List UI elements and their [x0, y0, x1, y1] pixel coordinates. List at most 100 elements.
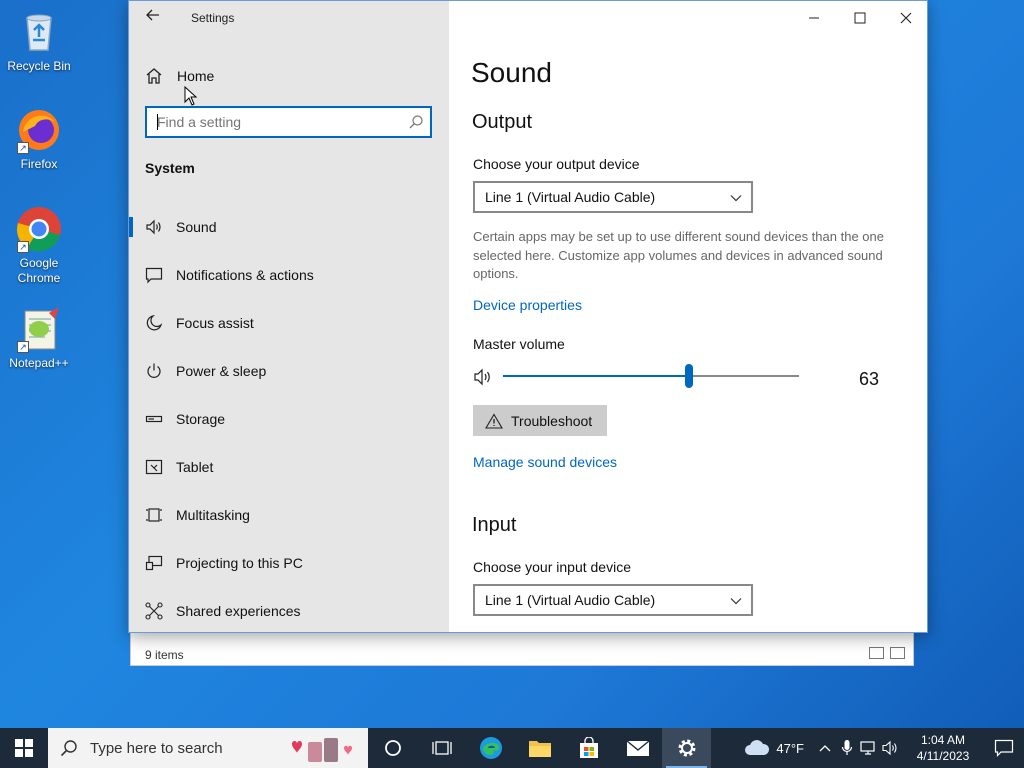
- maximize-icon: [854, 12, 866, 24]
- details-view-icon[interactable]: [869, 647, 884, 659]
- start-button[interactable]: [0, 728, 48, 768]
- desktop-icon-recycle-bin[interactable]: Recycle Bin: [4, 8, 74, 74]
- show-hidden-icons-button[interactable]: [814, 728, 836, 768]
- output-heading: Output: [472, 111, 533, 133]
- input-device-dropdown[interactable]: Line 1 (Virtual Audio Cable): [473, 584, 753, 616]
- taskbar-file-explorer[interactable]: [515, 728, 564, 768]
- mail-icon: [626, 740, 649, 756]
- clock-time: 1:04 AM: [920, 733, 966, 747]
- chevron-down-icon: [730, 598, 742, 605]
- taskbar-search-box[interactable]: Type here to search: [48, 728, 368, 768]
- text-caret: [157, 114, 158, 130]
- speaker-volume-icon[interactable]: [473, 367, 495, 387]
- store-bag-icon: [579, 737, 598, 758]
- recycle-bin-icon: [15, 8, 63, 56]
- chevron-down-icon: [730, 195, 742, 202]
- sidebar-item-storage[interactable]: Storage: [129, 395, 449, 443]
- home-nav-item[interactable]: Home: [145, 65, 214, 87]
- maximize-button[interactable]: [837, 1, 883, 35]
- clock-date: 4/11/2023: [916, 749, 970, 763]
- output-device-dropdown[interactable]: Line 1 (Virtual Audio Cable): [473, 181, 753, 213]
- firefox-icon: ↗: [15, 106, 63, 154]
- large-icons-view-icon[interactable]: [890, 647, 905, 659]
- desktop-icon-label: Firefox: [20, 157, 58, 171]
- notepadpp-icon: ↗: [15, 305, 63, 353]
- weather-temperature: 47°F: [776, 740, 804, 756]
- back-arrow-icon: [146, 9, 159, 21]
- master-volume-slider[interactable]: [503, 364, 799, 388]
- desktop-icon-chrome[interactable]: ↗ Google Chrome: [4, 205, 74, 286]
- manage-sound-devices-link[interactable]: Manage sound devices: [473, 454, 617, 470]
- taskbar-store[interactable]: [564, 728, 613, 768]
- volume-slider-thumb[interactable]: [685, 364, 694, 388]
- minimize-icon: [809, 17, 819, 19]
- shortcut-arrow-icon: ↗: [17, 341, 29, 353]
- storage-icon: [145, 415, 163, 423]
- sidebar-item-focus-assist[interactable]: Focus assist: [129, 299, 449, 347]
- cortana-button[interactable]: [368, 728, 417, 768]
- notification-center-icon: [994, 739, 1014, 757]
- taskbar-clock[interactable]: 1:04 AM 4/11/2023: [908, 732, 978, 764]
- master-volume-row: 63: [473, 363, 893, 391]
- settings-search-box[interactable]: [145, 106, 432, 138]
- settings-content-pane: Sound Output Choose your output device L…: [449, 1, 929, 632]
- sidebar-item-label: Tablet: [176, 459, 214, 475]
- network-tray-button[interactable]: [858, 728, 880, 768]
- settings-nav-list: Sound Notifications & actions Focus assi…: [129, 203, 449, 635]
- sidebar-item-sound[interactable]: Sound: [129, 203, 449, 251]
- weather-widget[interactable]: 47°F: [744, 739, 804, 757]
- device-properties-link[interactable]: Device properties: [473, 297, 582, 313]
- output-description: Certain apps may be set up to use differ…: [473, 229, 884, 281]
- sidebar-item-label: Multitasking: [176, 507, 250, 523]
- sidebar-item-label: Power & sleep: [176, 363, 267, 379]
- explorer-view-toggles: [869, 647, 905, 659]
- task-view-icon: [431, 741, 452, 755]
- microphone-tray-button[interactable]: [836, 728, 858, 768]
- sidebar-item-multitasking[interactable]: Multitasking: [129, 491, 449, 539]
- minimize-button[interactable]: [791, 1, 837, 35]
- edge-icon: [479, 737, 502, 759]
- close-button[interactable]: [883, 1, 929, 35]
- sidebar-item-projecting[interactable]: Projecting to this PC: [129, 539, 449, 587]
- search-highlight-illustration-icon: [292, 738, 352, 762]
- troubleshoot-button[interactable]: Troubleshoot: [473, 405, 607, 436]
- sidebar-item-tablet[interactable]: Tablet: [129, 443, 449, 491]
- system-tray: 47°F 1:04 AM 4/11/2023: [744, 728, 1024, 768]
- settings-search-input[interactable]: [147, 108, 397, 136]
- gear-icon: [678, 739, 695, 757]
- chrome-icon: ↗: [15, 205, 63, 253]
- settings-window: Settings Home System Sound: [128, 0, 928, 633]
- sidebar-item-label: Focus assist: [176, 315, 254, 331]
- explorer-status-text: 9 items: [145, 648, 184, 662]
- taskbar-search-placeholder: Type here to search: [90, 739, 223, 757]
- shortcut-arrow-icon: ↗: [17, 142, 29, 154]
- taskbar-mail[interactable]: [613, 728, 662, 768]
- action-center-button[interactable]: [984, 728, 1024, 768]
- volume-value: 63: [859, 369, 880, 389]
- taskbar: Type here to search 47°F 1:04 AM 4/11/20…: [0, 728, 1024, 768]
- search-icon: [409, 115, 423, 129]
- cortana-circle-icon: [384, 740, 401, 756]
- task-view-button[interactable]: [417, 728, 466, 768]
- power-icon: [147, 363, 161, 378]
- desktop-icon-notepadpp[interactable]: ↗ Notepad++: [4, 305, 74, 371]
- shared-icon: [145, 602, 163, 620]
- desktop-icon-label: Google Chrome: [17, 256, 61, 285]
- taskbar-settings[interactable]: [662, 728, 711, 768]
- taskbar-edge[interactable]: [466, 728, 515, 768]
- master-volume-label: Master volume: [473, 336, 565, 352]
- output-device-value: Line 1 (Virtual Audio Cable): [485, 189, 656, 205]
- close-icon: [900, 12, 912, 24]
- sidebar-item-power-sleep[interactable]: Power & sleep: [129, 347, 449, 395]
- network-icon: [860, 741, 875, 755]
- sidebar-item-notifications[interactable]: Notifications & actions: [129, 251, 449, 299]
- input-device-value: Line 1 (Virtual Audio Cable): [485, 592, 656, 608]
- desktop-icon-firefox[interactable]: ↗ Firefox: [4, 106, 74, 172]
- volume-tray-button[interactable]: [880, 728, 902, 768]
- back-button[interactable]: [141, 7, 165, 29]
- section-heading-system: System: [145, 160, 195, 176]
- folder-icon: [528, 741, 551, 757]
- sidebar-item-shared-experiences[interactable]: Shared experiences: [129, 587, 449, 635]
- home-icon: [146, 68, 162, 84]
- warning-icon: [485, 412, 503, 429]
